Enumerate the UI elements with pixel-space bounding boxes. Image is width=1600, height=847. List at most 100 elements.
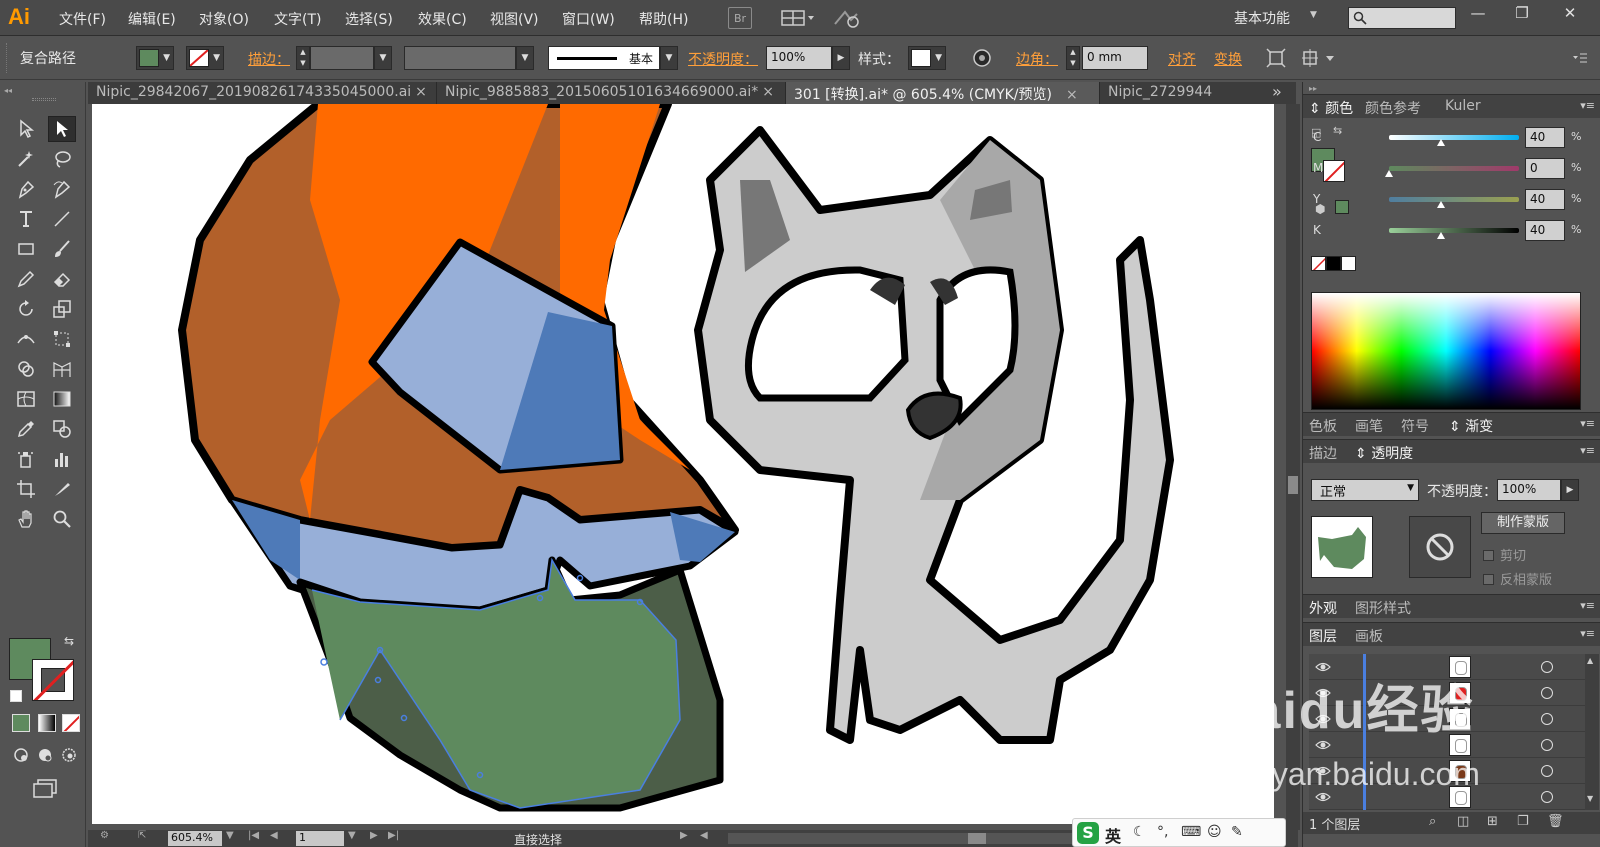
- tab-document-1[interactable]: Nipic_29842067_20190826174335045000.ai ×: [88, 82, 437, 104]
- ime-language-toggle[interactable]: 英: [1105, 823, 1121, 847]
- draw-inside-icon[interactable]: [60, 746, 78, 764]
- layer-row[interactable]: [1309, 758, 1585, 784]
- canvas-vertical-scrollbar[interactable]: [1286, 104, 1300, 830]
- scroll-left-icon[interactable]: ◀: [700, 830, 708, 841]
- stroke-weight-stepper[interactable]: ▲ ▼: [296, 46, 310, 70]
- lasso-tool[interactable]: [48, 146, 76, 172]
- tab-layers[interactable]: 图层: [1309, 626, 1337, 646]
- panel-menu-icon[interactable]: [1568, 46, 1592, 70]
- next-page-icon[interactable]: ▶: [370, 830, 378, 841]
- layer-row[interactable]: [1309, 732, 1585, 758]
- artboard[interactable]: [92, 104, 1274, 824]
- chevron-down-icon[interactable]: ▼: [1310, 10, 1317, 20]
- status-icon[interactable]: ⚙: [100, 830, 109, 841]
- invert-mask-checkbox[interactable]: 反相蒙版: [1483, 569, 1552, 588]
- magic-wand-tool[interactable]: [12, 146, 40, 172]
- keyboard-icon[interactable]: ⌨: [1181, 824, 1201, 840]
- menu-edit[interactable]: 编辑(E): [128, 9, 176, 29]
- swap-fill-stroke-icon[interactable]: ⇆: [64, 634, 74, 648]
- isolate-group-icon[interactable]: [1264, 46, 1288, 70]
- moon-icon[interactable]: ☾: [1133, 824, 1146, 840]
- checkbox-box[interactable]: [1483, 550, 1494, 561]
- transparency-opacity-field[interactable]: 100%: [1497, 479, 1561, 501]
- free-transform-tool[interactable]: [48, 326, 76, 352]
- brush-definition-dropdown[interactable]: 基本: [548, 46, 660, 70]
- zoom-tool[interactable]: [48, 506, 76, 532]
- slider-knob[interactable]: [1437, 232, 1445, 239]
- panel-menu-icon[interactable]: ▾≡: [1580, 444, 1595, 457]
- fill-color-dropdown[interactable]: ▼: [136, 46, 174, 70]
- eyedropper-tool[interactable]: [12, 416, 40, 442]
- panel-menu-icon[interactable]: ▾≡: [1580, 99, 1595, 112]
- curvature-tool[interactable]: [48, 176, 76, 202]
- menu-type[interactable]: 文字(T): [274, 9, 321, 29]
- type-tool[interactable]: [12, 206, 40, 232]
- channel-value-field[interactable]: 0: [1525, 158, 1565, 179]
- target-circle-icon[interactable]: [1541, 687, 1553, 699]
- target-circle-icon[interactable]: [1541, 661, 1553, 673]
- pen-tool[interactable]: [12, 176, 40, 202]
- canvas-area[interactable]: [88, 104, 1286, 830]
- locate-object-icon[interactable]: ⌕: [1429, 814, 1436, 829]
- arrange-documents-icon[interactable]: [778, 7, 818, 29]
- white-swatch[interactable]: [1341, 256, 1356, 271]
- corner-stepper[interactable]: ▲ ▼: [1066, 46, 1080, 70]
- tab-kuler[interactable]: Kuler: [1445, 98, 1481, 114]
- tab-document-3[interactable]: 301 [转换].ai* @ 605.4% (CMYK/预览) ×: [786, 82, 1100, 104]
- prev-page-icon[interactable]: ◀: [270, 830, 278, 841]
- close-button[interactable]: ✕: [1552, 2, 1588, 24]
- column-graph-tool[interactable]: [48, 446, 76, 472]
- screen-mode-icon[interactable]: [32, 778, 58, 802]
- menu-help[interactable]: 帮助(H): [639, 9, 688, 29]
- expand-panels-icon[interactable]: ▸▸: [1309, 84, 1317, 93]
- slider-knob[interactable]: [1437, 201, 1445, 208]
- search-box[interactable]: [1348, 7, 1456, 29]
- opacity-field[interactable]: 100%: [766, 46, 832, 70]
- gradient-mode-button[interactable]: [38, 714, 56, 732]
- eye-icon[interactable]: [1315, 737, 1331, 753]
- stroke-weight-field[interactable]: [310, 46, 374, 70]
- gpu-performance-icon[interactable]: [832, 7, 862, 29]
- hand-tool[interactable]: [12, 506, 40, 532]
- opacity-label[interactable]: 不透明度：: [688, 49, 758, 69]
- tab-document-4[interactable]: Nipic_2729944: [1100, 82, 1260, 104]
- tab-transparency[interactable]: ⇕ 透明度: [1355, 443, 1413, 463]
- menu-window[interactable]: 窗口(W): [562, 9, 615, 29]
- channel-value-field[interactable]: 40: [1525, 220, 1565, 241]
- color-spectrum[interactable]: [1311, 292, 1581, 410]
- tab-artboards[interactable]: 画板: [1355, 626, 1383, 646]
- mesh-tool[interactable]: [12, 386, 40, 412]
- recolor-artwork-icon[interactable]: [970, 46, 994, 70]
- new-sublayer-icon[interactable]: ⊞: [1487, 814, 1498, 829]
- slider-knob[interactable]: [1437, 139, 1445, 146]
- none-mode-button[interactable]: [62, 714, 80, 732]
- eye-icon[interactable]: [1315, 711, 1331, 727]
- last-page-icon[interactable]: ▶|: [388, 830, 399, 841]
- tab-gradient[interactable]: ⇕ 渐变: [1449, 416, 1493, 436]
- search-input[interactable]: [1369, 9, 1453, 27]
- target-circle-icon[interactable]: [1541, 765, 1553, 777]
- channel-value-field[interactable]: 40: [1525, 189, 1565, 210]
- menu-view[interactable]: 视图(V): [490, 9, 539, 29]
- close-icon[interactable]: ×: [1066, 87, 1078, 103]
- artboard-tool[interactable]: [12, 476, 40, 502]
- workspace-switcher[interactable]: 基本功能: [1234, 8, 1290, 28]
- make-clipping-mask-icon[interactable]: ◫: [1457, 814, 1469, 829]
- chevron-down-icon[interactable]: ▼: [660, 46, 678, 70]
- eraser-tool[interactable]: [48, 266, 76, 292]
- select-similar-icon[interactable]: [1300, 46, 1340, 70]
- slider-track[interactable]: [1389, 135, 1519, 140]
- corner-field[interactable]: 0 mm: [1082, 46, 1148, 70]
- line-segment-tool[interactable]: [48, 206, 76, 232]
- menu-file[interactable]: 文件(F): [59, 9, 106, 29]
- bridge-button[interactable]: Br: [728, 7, 752, 29]
- panel-menu-icon[interactable]: ▾≡: [1580, 599, 1595, 612]
- layer-row[interactable]: [1309, 706, 1585, 732]
- punctuation-icon[interactable]: °,: [1157, 824, 1168, 840]
- tab-document-2[interactable]: Nipic_9885883_20150605101634669000.ai* ×: [437, 82, 786, 104]
- stroke-color-box[interactable]: [32, 659, 74, 701]
- eye-icon[interactable]: [1315, 685, 1331, 701]
- slider-track[interactable]: [1389, 228, 1519, 233]
- target-circle-icon[interactable]: [1541, 713, 1553, 725]
- opacity-mask-slot[interactable]: [1409, 516, 1471, 578]
